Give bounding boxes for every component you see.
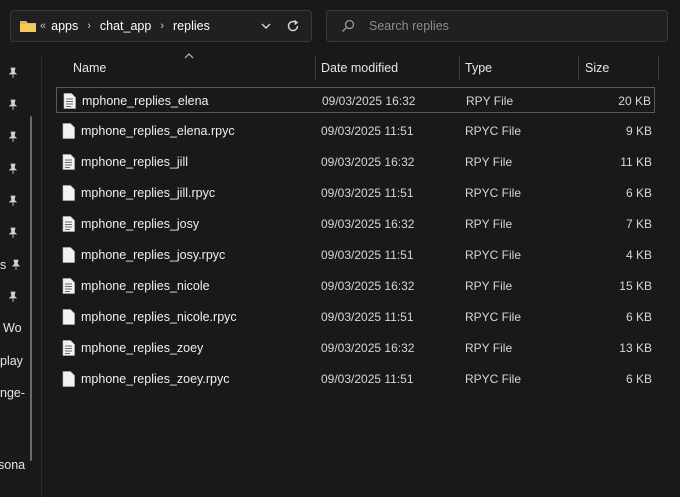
column-header-type[interactable]: Type bbox=[465, 61, 492, 85]
file-date-modified: 09/03/2025 11:51 bbox=[321, 372, 414, 386]
file-name: mphone_replies_josy.rpyc bbox=[81, 248, 226, 262]
search-box[interactable] bbox=[326, 10, 668, 42]
search-icon bbox=[342, 19, 355, 32]
refresh-icon[interactable] bbox=[285, 18, 301, 34]
file-icon bbox=[62, 154, 75, 170]
file-date-modified: 09/03/2025 16:32 bbox=[321, 341, 415, 355]
file-size: 20 KB bbox=[618, 94, 651, 108]
file-type: RPY File bbox=[465, 155, 513, 169]
file-row[interactable]: mphone_replies_nicole 09/03/2025 16:32 RPY… bbox=[56, 273, 655, 299]
file-name: mphone_replies_zoey.rpyc bbox=[81, 372, 230, 386]
file-type: RPY File bbox=[465, 279, 513, 293]
file-name: mphone_replies_elena bbox=[82, 94, 209, 108]
file-icon bbox=[62, 247, 75, 263]
nav-item-label[interactable]: nge- bbox=[0, 386, 25, 400]
address-bar[interactable]: « apps › chat_app › replies bbox=[10, 10, 312, 42]
navigation-pane[interactable]: s Wo play nge- sona bbox=[0, 56, 40, 497]
file-icon bbox=[62, 278, 75, 294]
nav-item-label[interactable]: sona bbox=[0, 458, 25, 472]
file-name: mphone_replies_jill.rpyc bbox=[81, 186, 216, 200]
column-separator[interactable] bbox=[315, 56, 316, 80]
column-header-date[interactable]: Date modified bbox=[321, 61, 398, 85]
file-icon bbox=[62, 371, 75, 387]
file-name: mphone_replies_josy bbox=[81, 217, 200, 231]
file-date-modified: 09/03/2025 11:51 bbox=[321, 186, 414, 200]
file-date-modified: 09/03/2025 11:51 bbox=[321, 310, 414, 324]
file-row[interactable]: mphone_replies_zoey.rpyc 09/03/2025 11:51… bbox=[56, 366, 655, 392]
file-size: 6 KB bbox=[625, 310, 652, 324]
file-row[interactable]: mphone_replies_josy.rpyc 09/03/2025 11:51… bbox=[56, 242, 655, 268]
breadcrumb-apps[interactable]: apps bbox=[51, 19, 78, 33]
column-separator[interactable] bbox=[578, 56, 579, 80]
file-type: RPYC File bbox=[465, 186, 522, 200]
file-row[interactable]: mphone_replies_elena.rpyc 09/03/2025 11:5… bbox=[56, 118, 655, 144]
file-row[interactable]: mphone_replies_nicole.rpyc 09/03/2025 11:… bbox=[56, 304, 655, 330]
column-separator[interactable] bbox=[658, 56, 659, 80]
file-icon bbox=[62, 216, 75, 232]
file-type: RPY File bbox=[465, 341, 513, 355]
file-size: 6 KB bbox=[625, 372, 652, 386]
file-type: RPYC File bbox=[465, 124, 522, 138]
nav-scrollbar[interactable] bbox=[30, 116, 32, 461]
folder-icon bbox=[20, 21, 36, 32]
file-row[interactable]: mphone_replies_elena 09/03/2025 16:32 RPY … bbox=[56, 87, 655, 113]
pin-icon[interactable] bbox=[7, 163, 19, 175]
file-name: mphone_replies_nicole.rpyc bbox=[81, 310, 237, 324]
file-type: RPYC File bbox=[465, 372, 522, 386]
column-separator[interactable] bbox=[459, 56, 460, 80]
file-icon bbox=[63, 93, 76, 109]
file-name: mphone_replies_zoey bbox=[81, 341, 204, 355]
pin-icon[interactable] bbox=[7, 67, 19, 79]
chevron-down-icon[interactable] bbox=[259, 19, 273, 33]
column-header-size[interactable]: Size bbox=[585, 61, 609, 85]
overflow-chevron[interactable]: « bbox=[40, 20, 46, 32]
breadcrumb-replies[interactable]: replies bbox=[173, 19, 210, 33]
pin-icon[interactable] bbox=[7, 291, 19, 303]
file-type: RPY File bbox=[466, 94, 514, 108]
pin-icon[interactable] bbox=[10, 259, 22, 271]
file-row[interactable]: mphone_replies_josy 09/03/2025 16:32 RPY F… bbox=[56, 211, 655, 237]
breadcrumb-separator-icon[interactable]: › bbox=[160, 20, 164, 32]
breadcrumb-separator-icon[interactable]: › bbox=[87, 20, 91, 32]
file-size: 7 KB bbox=[625, 217, 652, 231]
pin-icon[interactable] bbox=[7, 131, 19, 143]
file-row[interactable]: mphone_replies_jill.rpyc 09/03/2025 11:51… bbox=[56, 180, 655, 206]
column-header-name[interactable]: Name bbox=[73, 61, 106, 85]
pin-icon[interactable] bbox=[7, 227, 19, 239]
file-icon bbox=[62, 309, 75, 325]
file-type: RPY File bbox=[465, 217, 513, 231]
file-name: mphone_replies_nicole bbox=[81, 279, 210, 293]
nav-item-label[interactable]: Wo bbox=[3, 321, 22, 335]
file-date-modified: 09/03/2025 16:32 bbox=[321, 279, 415, 293]
file-date-modified: 09/03/2025 16:32 bbox=[321, 217, 415, 231]
file-size: 13 KB bbox=[619, 341, 652, 355]
file-size: 6 KB bbox=[625, 186, 652, 200]
file-size: 11 KB bbox=[620, 155, 652, 169]
nav-item-label[interactable]: play bbox=[0, 354, 23, 368]
file-type: RPYC File bbox=[465, 310, 522, 324]
file-type: RPYC File bbox=[465, 248, 522, 262]
file-row[interactable]: mphone_replies_zoey 09/03/2025 16:32 RPY F… bbox=[56, 335, 655, 361]
file-date-modified: 09/03/2025 16:32 bbox=[321, 155, 415, 169]
file-name: mphone_replies_elena.rpyc bbox=[81, 124, 235, 138]
pin-icon[interactable] bbox=[7, 99, 19, 111]
sort-ascending-icon bbox=[184, 53, 194, 59]
pin-icon[interactable] bbox=[7, 195, 19, 207]
search-input[interactable] bbox=[367, 18, 651, 34]
file-size: 4 KB bbox=[625, 248, 652, 262]
file-size: 15 KB bbox=[619, 279, 652, 293]
file-name: mphone_replies_jill bbox=[81, 155, 189, 169]
file-row[interactable]: mphone_replies_jill 09/03/2025 16:32 RPY F… bbox=[56, 149, 655, 175]
file-icon bbox=[62, 185, 75, 201]
file-icon bbox=[62, 340, 75, 356]
breadcrumb-chat-app[interactable]: chat_app bbox=[100, 19, 151, 33]
file-icon bbox=[62, 123, 75, 139]
file-date-modified: 09/03/2025 11:51 bbox=[321, 248, 414, 262]
pane-divider[interactable] bbox=[41, 56, 42, 497]
file-date-modified: 09/03/2025 11:51 bbox=[321, 124, 414, 138]
nav-item-label[interactable]: s bbox=[0, 258, 6, 272]
file-size: 9 KB bbox=[625, 124, 652, 138]
file-date-modified: 09/03/2025 16:32 bbox=[322, 94, 416, 108]
